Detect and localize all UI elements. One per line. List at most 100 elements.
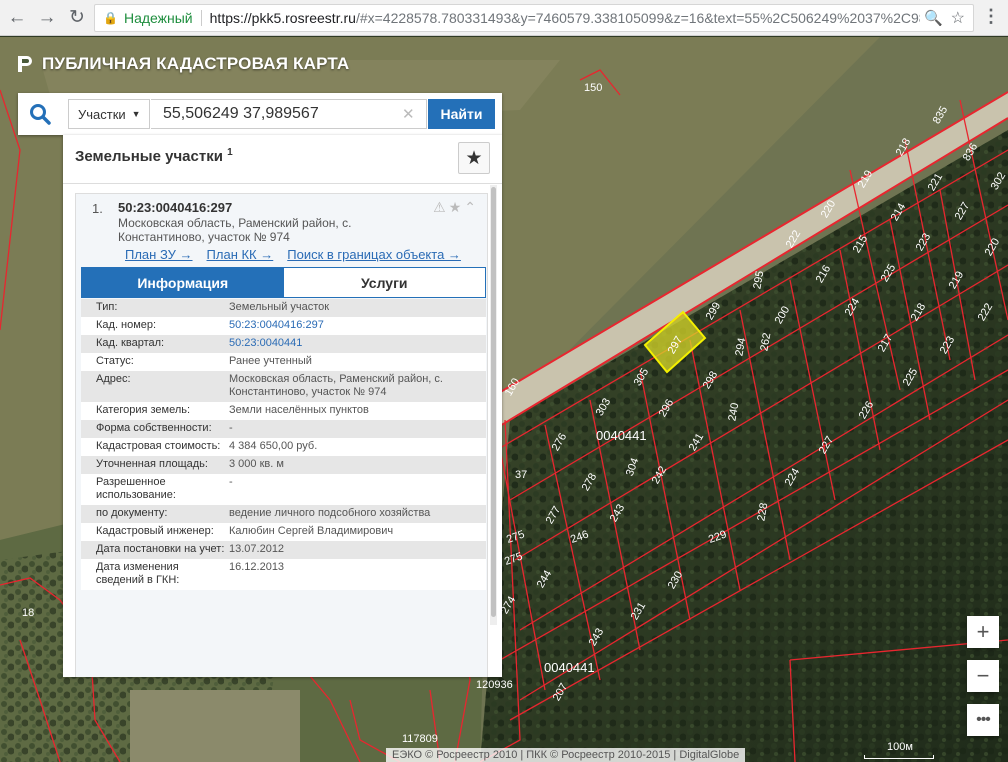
row-value: 3 000 кв. м [229,456,486,474]
quarter-label: 0040441 [544,660,595,675]
scroll-thumb[interactable] [491,187,496,617]
zoom-icon[interactable]: 🔍 [920,9,943,27]
table-row: Адрес: Московская область, Раменский райо… [81,371,486,402]
table-row: Кад. номер: 50:23:0040416:297 [81,317,486,335]
row-label: Уточненная площадь: [81,456,229,474]
row-label: Тип: [81,299,229,317]
clear-icon[interactable]: ✕ [402,105,415,123]
secure-label: Надежный [124,10,202,26]
row-value: Калюбин Сергей Владимирович [229,523,486,541]
app-title: ПУБЛИЧНАЯ КАДАСТРОВАЯ КАРТА [42,54,350,73]
row-value: 13.07.2012 [229,541,486,559]
row-value: - [229,474,486,505]
url-path: /#x=4228578.780331493&y=7460579.33810509… [355,10,935,26]
row-label: Категория земель: [81,402,229,420]
table-row: Разрешенное использование: - [81,474,486,505]
scale-bar [864,755,934,759]
row-value-link[interactable]: 50:23:0040416:297 [229,317,486,335]
table-row: Кад. квартал: 50:23:0040441 [81,335,486,353]
table-row: Форма собственности: - [81,420,486,438]
row-value: Московская область, Раменский район, с. … [229,371,486,402]
result-links: План ЗУ → План КК → Поиск в границах объ… [125,247,461,262]
row-value: Земли населённых пунктов [229,402,486,420]
row-label: Кад. номер: [81,317,229,335]
forward-icon[interactable]: → [34,5,60,31]
row-value-link[interactable]: 50:23:0040441 [229,335,486,353]
tab-services[interactable]: Услуги [283,268,485,297]
row-label: Кадастровая стоимость: [81,438,229,456]
zoom-in-button[interactable]: + [967,616,999,648]
browser-toolbar: ← → ↻ 🔒 Надежный https://pkk5.rosreestr.… [0,0,1008,36]
chevron-down-icon: ▼ [131,109,141,119]
results-header: Земельные участки 1 ★ [63,135,502,184]
bookmark-star-icon[interactable]: ☆ [950,8,965,28]
plan-zu-link[interactable]: План ЗУ → [125,247,193,262]
search-bar: Участки ▼ ✕ Найти [18,93,502,135]
scale-label: 100м [887,741,913,753]
search-type-select[interactable]: Участки ▼ [68,99,150,129]
row-value: 4 384 650,00 руб. [229,438,486,456]
result-tabs: Информация Услуги [81,267,486,298]
row-value: 16.12.2013 [229,559,486,590]
search-input[interactable] [151,99,427,129]
rosreestr-logo-icon [18,56,32,72]
row-label: по документу: [81,505,229,523]
table-row: Тип: Земельный участок [81,299,486,317]
parcel-label: 150 [584,82,602,94]
lock-icon: 🔒 [103,11,118,25]
row-label: Кадастровый инженер: [81,523,229,541]
search-in-bounds-link[interactable]: Поиск в границах объекта → [287,247,461,262]
row-value: - [229,420,486,438]
results-panel: Земельные участки 1 ★ 1. 50:23:0040416:2… [63,135,502,677]
parcel-label: 18 [22,607,34,619]
parcel-label: 37 [515,469,527,481]
result-card: 1. 50:23:0040416:297 Московская область,… [75,193,488,677]
tab-info[interactable]: Информация [82,268,284,297]
result-cad-number[interactable]: 50:23:0040416:297 [118,200,232,215]
table-row: по документу: ведение личного подсобного … [81,505,486,523]
app-brand[interactable]: ПУБЛИЧНАЯ КАДАСТРОВАЯ КАРТА [16,54,349,74]
table-row: Статус: Ранее учтенный [81,353,486,371]
browser-menu-icon[interactable]: ⋮ [982,6,1000,27]
row-value: Земельный участок [229,299,486,317]
map-attribution: ЕЭКО © Росреестр 2010 | ПКК © Росреестр … [386,748,746,762]
row-label: Разрешенное использование: [81,474,229,505]
address-bar[interactable]: 🔒 Надежный https://pkk5.rosreestr.ru/#x=… [94,4,974,32]
row-value: ведение личного подсобного хозяйства [229,505,486,523]
reload-icon[interactable]: ↻ [64,5,90,31]
table-row: Кадастровая стоимость: 4 384 650,00 руб. [81,438,486,456]
url-host: https://pkk5.rosreestr.ru [209,10,356,26]
row-label: Кад. квартал: [81,335,229,353]
result-index: 1. [92,201,103,216]
row-label: Дата изменения сведений в ГКН: [81,559,229,590]
result-address: Московская область, Раменский район, с. … [118,216,352,244]
zoom-out-button[interactable]: − [967,660,999,692]
row-label: Форма собственности: [81,420,229,438]
table-row: Дата постановки на учет: 13.07.2012 [81,541,486,559]
find-button[interactable]: Найти [428,99,495,129]
table-row: Категория земель: Земли населённых пункто… [81,402,486,420]
table-row: Кадастровый инженер: Калюбин Сергей Влади… [81,523,486,541]
result-actions-icon[interactable]: ⚠★⌃ [433,199,479,216]
table-row: Уточненная площадь: 3 000 кв. м [81,456,486,474]
table-row: Дата изменения сведений в ГКН: 16.12.2013 [81,559,486,590]
quarter-label: 0040441 [596,428,647,443]
info-table: Тип: Земельный участок Кад. номер: 50:23:0… [81,299,486,590]
results-title-text: Земельные участки [75,148,223,165]
results-scrollbar[interactable] [490,185,497,625]
row-label: Дата постановки на учет: [81,541,229,559]
results-count: 1 [227,147,233,158]
map-menu-button[interactable]: ••• [967,704,999,736]
row-label: Адрес: [81,371,229,402]
plan-kk-link[interactable]: План КК → [207,247,274,262]
results-title: Земельные участки 1 [75,147,233,165]
map-clearing [130,690,300,762]
parcel-label: 117809 [402,733,438,745]
parcel-label: 120936 [476,679,513,691]
back-icon[interactable]: ← [4,5,30,31]
search-icon[interactable] [28,102,52,126]
favorites-button[interactable]: ★ [458,142,490,174]
row-label: Статус: [81,353,229,371]
row-value: Ранее учтенный [229,353,486,371]
search-type-label: Участки [78,106,126,122]
